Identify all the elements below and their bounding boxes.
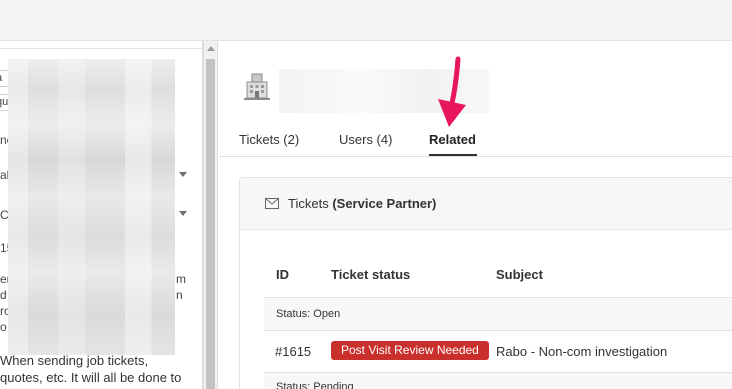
tab-tickets[interactable]: Tickets (2) — [239, 132, 299, 147]
card-title-qualifier: (Service Partner) — [332, 196, 437, 211]
active-tab-indicator — [429, 154, 477, 156]
text-fragment: n — [176, 288, 183, 302]
note-text-line: When sending job tickets, — [0, 353, 149, 368]
ticket-subject-link[interactable]: Rabo - Non-com investigation — [496, 344, 667, 359]
redacted-region — [8, 59, 175, 355]
card-title-text: Tickets — [288, 196, 329, 211]
text-fragment: o — [0, 320, 7, 334]
status-badge: Post Visit Review Needed — [331, 341, 489, 360]
column-header-ticket-status[interactable]: Ticket status — [331, 267, 410, 282]
note-text-line: quotes, etc. It will all be done to — [0, 370, 182, 385]
chevron-down-icon[interactable] — [179, 172, 187, 177]
related-tickets-card: Tickets (Service Partner) ID Ticket stat… — [239, 177, 732, 389]
scroll-thumb[interactable] — [206, 59, 215, 389]
column-header-id[interactable]: ID — [276, 267, 289, 282]
envelope-icon — [265, 198, 279, 209]
left-pane-top-border — [0, 41, 202, 49]
text-fragment: m — [176, 272, 186, 286]
group-row: Status: Open — [264, 297, 732, 331]
chevron-down-icon[interactable] — [179, 211, 187, 216]
left-scrollbar[interactable] — [203, 41, 218, 389]
group-row: Status: Pending — [264, 372, 732, 389]
text-fragment: d — [0, 288, 7, 302]
ticket-id-link[interactable]: #1615 — [275, 344, 311, 359]
note-text: When sending job tickets, quotes, etc. I… — [0, 352, 200, 386]
left-sidebar: a qu nc al Ca 15 er d ro o m n When send… — [0, 41, 203, 389]
annotation-arrow-icon — [438, 56, 466, 127]
column-header-subject[interactable]: Subject — [496, 267, 543, 282]
top-bar — [0, 0, 732, 41]
tab-users[interactable]: Users (4) — [339, 132, 392, 147]
card-title: Tickets (Service Partner) — [288, 196, 436, 211]
organization-panel: Tickets (2) Users (4) Related Tickets (S… — [219, 41, 732, 389]
tab-bar: Tickets (2) Users (4) Related — [219, 129, 732, 157]
building-icon — [244, 73, 270, 100]
scroll-up-icon[interactable] — [207, 46, 215, 51]
group-label: Status: Pending — [276, 381, 354, 389]
group-label: Status: Open — [276, 308, 341, 320]
tab-related[interactable]: Related — [429, 132, 476, 147]
card-header: Tickets (Service Partner) — [240, 178, 732, 230]
